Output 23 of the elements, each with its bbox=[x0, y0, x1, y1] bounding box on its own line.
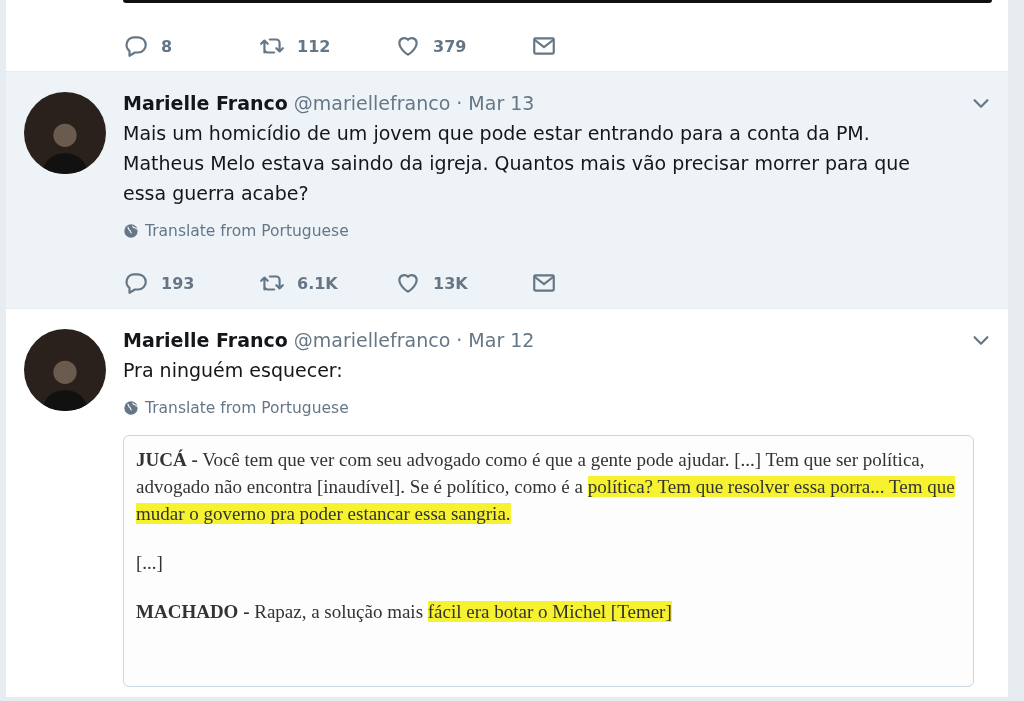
author-name[interactable]: Marielle Franco bbox=[123, 329, 288, 351]
like-count: 13K bbox=[433, 273, 468, 293]
author-handle[interactable]: @mariellefranco bbox=[293, 329, 451, 351]
document-paragraph: MACHADO - Rapaz, a solução mais fácil era botar o Michel [Temer] bbox=[136, 600, 673, 624]
reply-icon bbox=[123, 270, 149, 296]
translate-link[interactable]: Translate from Portuguese bbox=[145, 222, 349, 240]
author-handle[interactable]: @mariellefranco bbox=[293, 92, 451, 114]
author-name[interactable]: Marielle Franco bbox=[123, 92, 288, 114]
reply-icon bbox=[123, 33, 149, 59]
reply-count: 8 bbox=[161, 36, 173, 56]
like-count: 379 bbox=[433, 36, 467, 56]
document-paragraph: [...] bbox=[136, 551, 164, 575]
retweet-count: 6.1K bbox=[297, 273, 338, 293]
tweet-text: Pra ninguém esquecer: bbox=[123, 358, 344, 383]
translate-link[interactable]: Translate from Portuguese bbox=[145, 399, 349, 417]
tweet-date[interactable]: · Mar 12 bbox=[456, 329, 535, 351]
tweet-text: Mais um homicídio de um jovem que pode estar entrando para a conta da PM. Matheus Melo estava saindo da igreja. Quantos mais vão precisar morrer para que essa guerra acabe? bbox=[123, 121, 911, 206]
reply-count: 193 bbox=[161, 273, 195, 293]
globe-icon bbox=[123, 223, 139, 239]
document-paragraph: JUCÁ - Você tem que ver com seu advogado como é que a gente pode ajudar. [...] Tem que ser política, advogado não encontra [inaudível]. Se é político, como é a política? Tem que resolver essa porra... Tem que mudar o governo pra poder estancar essa sangria. bbox=[136, 448, 956, 526]
globe-icon bbox=[123, 400, 139, 416]
tweet-date[interactable]: · Mar 13 bbox=[456, 92, 535, 114]
retweet-count: 112 bbox=[297, 36, 331, 56]
